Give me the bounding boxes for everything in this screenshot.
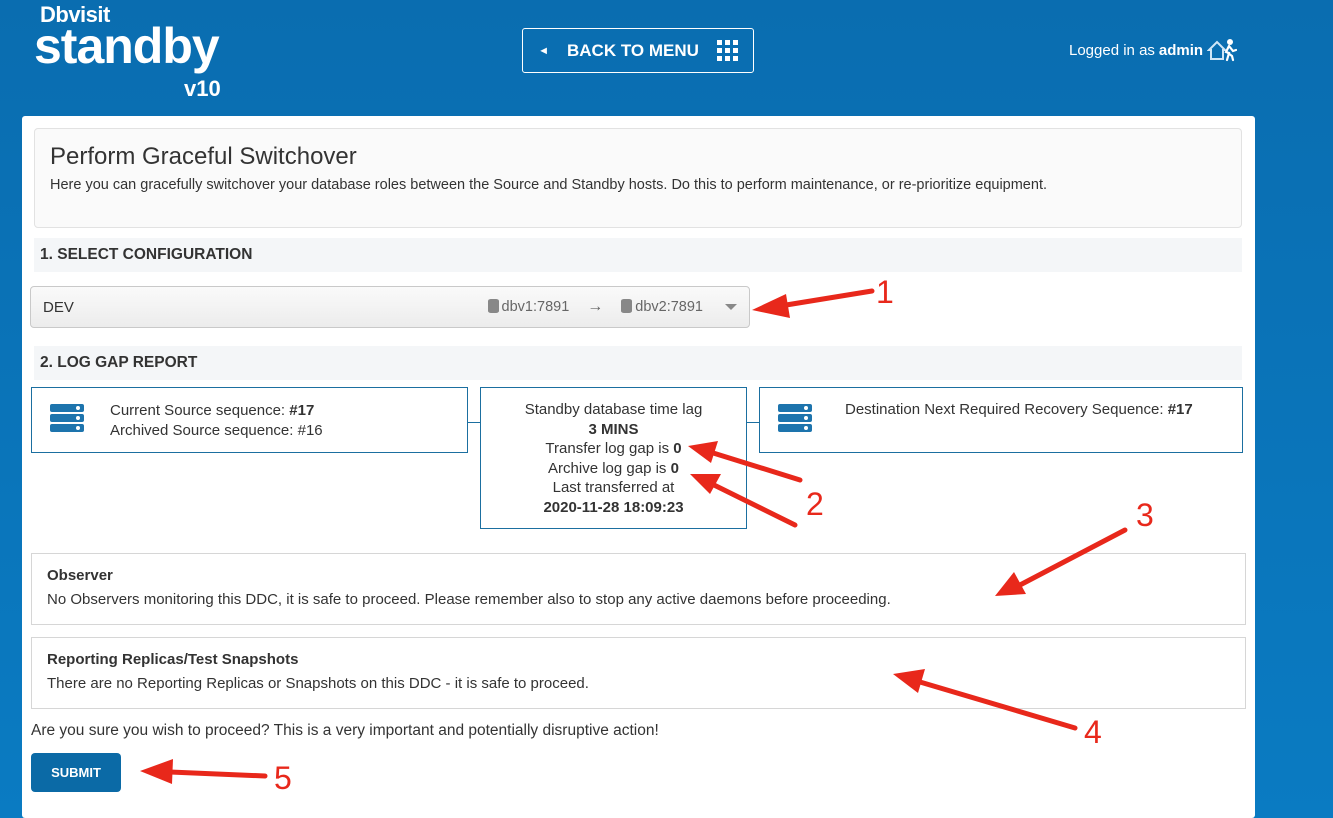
config-name: DEV [43, 298, 74, 316]
annotation-number-1: 1 [876, 274, 894, 310]
logged-in-status: Logged in as admin [1069, 38, 1238, 62]
annotation-number-3: 3 [1136, 497, 1154, 533]
back-arrow-icon: ◄ [538, 44, 549, 57]
archive-gap-value: 0 [670, 459, 679, 477]
server-icon [50, 404, 84, 434]
archived-source: Archived Source sequence: #16 [110, 422, 323, 439]
grid-menu-icon [716, 40, 738, 61]
observer-text: No Observers monitoring this DDC, it is … [47, 591, 891, 608]
database-icon [621, 299, 633, 313]
time-lag-value: 3 MINS [588, 420, 639, 438]
last-transferred-label: Last transferred at [552, 479, 675, 496]
brand-logo: Dbvisit standby v10 [34, 2, 221, 101]
connector-line [468, 422, 480, 423]
section-select-configuration: 1. SELECT CONFIGURATION [34, 238, 1242, 272]
brand-version: v10 [184, 76, 221, 101]
logged-user: admin [1158, 41, 1204, 59]
configuration-select[interactable]: DEV dbv1:7891 → dbv2:7891 [30, 286, 750, 328]
main-card: Perform Graceful Switchover Here you can… [22, 116, 1255, 818]
annotation-number-2: 2 [806, 486, 824, 522]
dest-label: Destination Next Required Recovery Seque… [845, 401, 1168, 418]
page-description: Here you can gracefully switchover your … [50, 177, 1047, 193]
source-sequence-box: Current Source sequence: #17 Archived So… [31, 387, 468, 453]
replicas-title: Reporting Replicas/Test Snapshots [47, 651, 299, 668]
destination-sequence-box: Destination Next Required Recovery Seque… [759, 387, 1243, 453]
current-source-label: Current Source sequence: [110, 402, 290, 419]
server-icon [778, 404, 812, 434]
replicas-panel: Reporting Replicas/Test Snapshots There … [31, 637, 1246, 709]
page-title: Perform Graceful Switchover [50, 143, 357, 170]
submit-button[interactable]: SUBMIT [31, 753, 121, 792]
archive-gap-label: Archive log gap is [548, 459, 671, 477]
config-hosts: dbv1:7891 → dbv2:7891 [487, 298, 737, 316]
back-to-menu-label: BACK TO MENU [566, 40, 699, 60]
logged-prefix: Logged in as [1069, 41, 1155, 59]
confirm-text: Are you sure you wish to proceed? This i… [31, 722, 659, 739]
right-arrow-icon: → [587, 298, 604, 315]
target-host: dbv2:7891 [635, 299, 703, 315]
database-icon [487, 299, 499, 313]
annotation-number-5: 5 [274, 760, 292, 796]
observer-title: Observer [47, 567, 113, 584]
transfer-gap-value: 0 [673, 440, 682, 457]
connector-line [747, 422, 759, 423]
replicas-text: There are no Reporting Replicas or Snaps… [47, 675, 589, 692]
chevron-down-icon [725, 304, 737, 310]
dest-value: #17 [1167, 401, 1193, 418]
current-source-value: #17 [289, 402, 315, 419]
time-lag-label: Standby database time lag [524, 401, 703, 418]
source-host: dbv1:7891 [501, 299, 570, 315]
annotation-number-4: 4 [1084, 714, 1102, 750]
transfer-gap-label: Transfer log gap is [545, 440, 674, 457]
back-to-menu-button[interactable]: ◄ BACK TO MENU [522, 28, 754, 73]
brand-big: standby [34, 18, 220, 74]
time-lag-box: Standby database time lag 3 MINS Transfe… [480, 387, 747, 529]
last-transferred-value: 2020-11-28 18:09:23 [543, 498, 684, 516]
observer-panel: Observer No Observers monitoring this DD… [31, 553, 1246, 625]
intro-panel: Perform Graceful Switchover Here you can… [34, 128, 1242, 228]
logout-icon[interactable] [1207, 38, 1238, 62]
section-log-gap-report: 2. LOG GAP REPORT [34, 346, 1242, 380]
